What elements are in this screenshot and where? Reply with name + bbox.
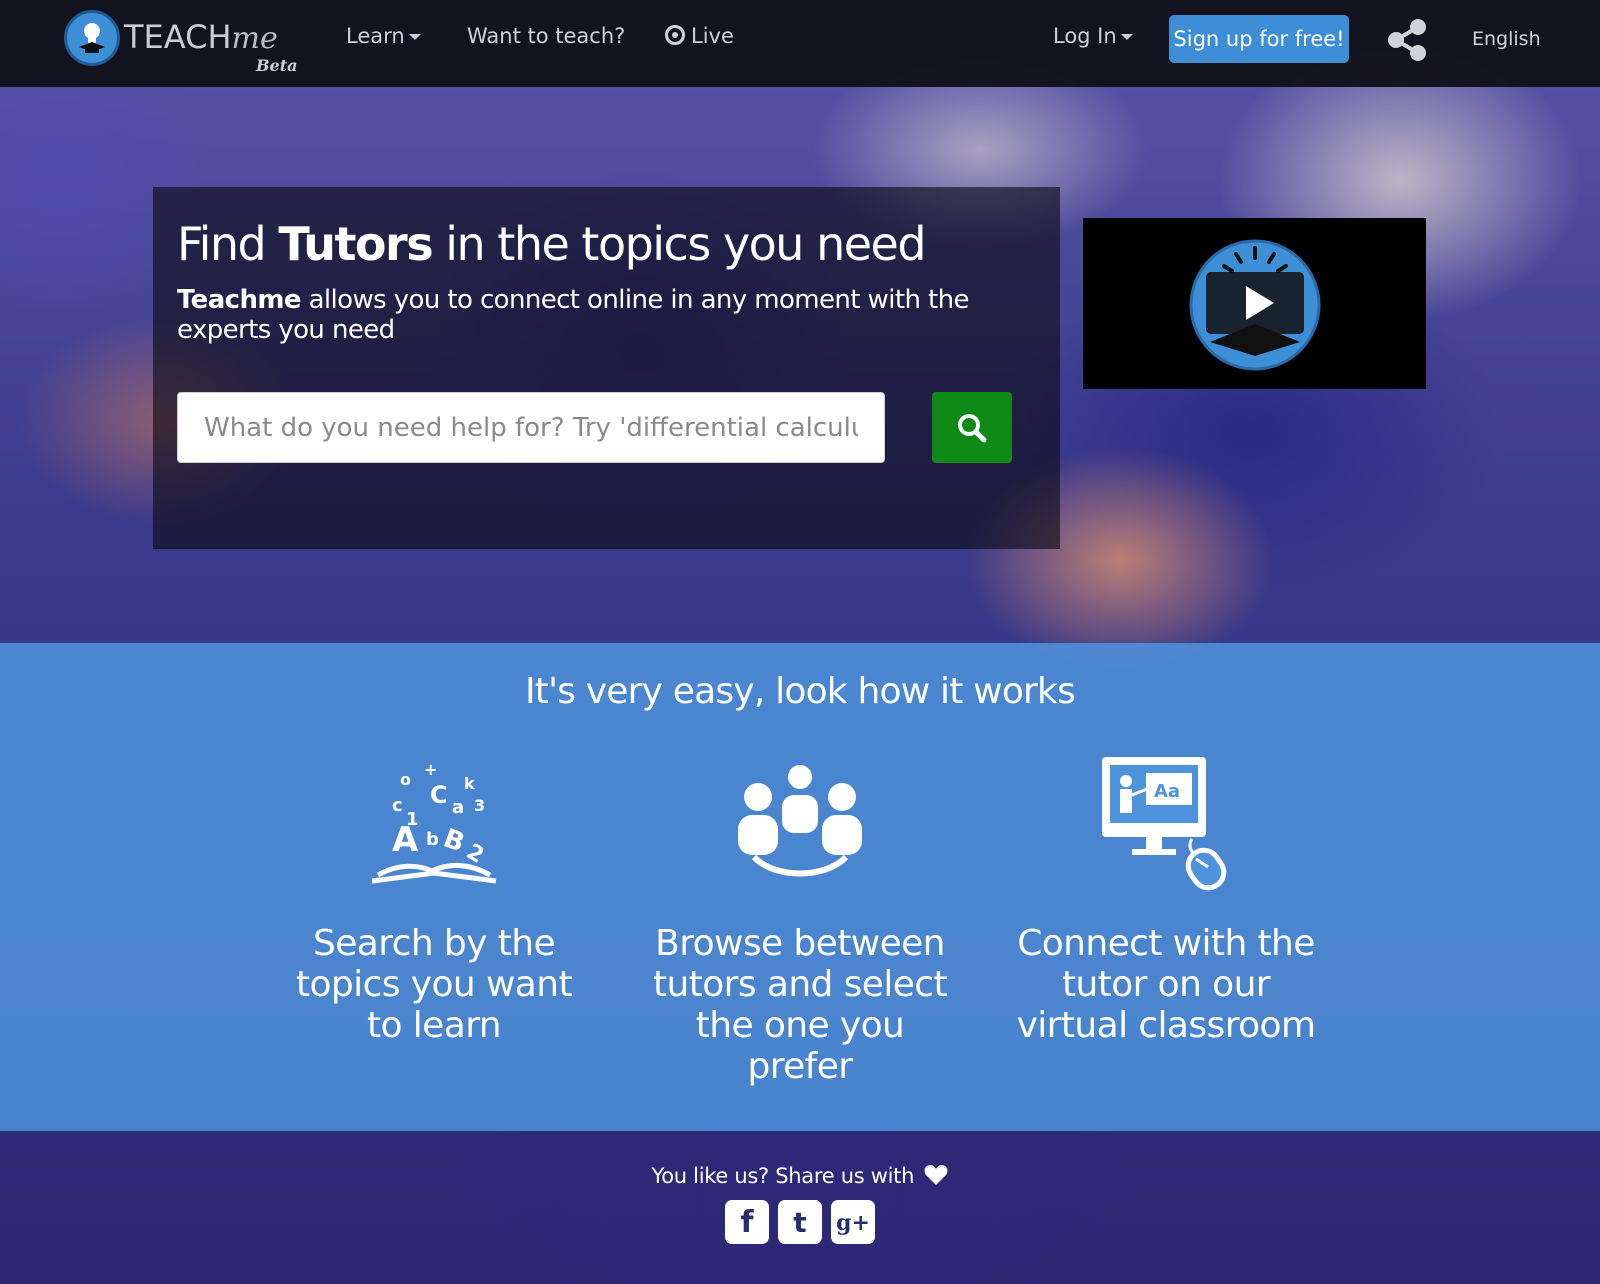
facebook-icon: f [740, 1205, 754, 1240]
how-it-works-title: It's very easy, look how it works [524, 671, 1076, 712]
facebook-share-button[interactable]: f [725, 1200, 769, 1244]
navbar: TEACHme Beta Learn Want to teach? Live L… [0, 0, 1600, 87]
alphabet-book-icon: A b B 2 c 1 C o + a k 3 [371, 760, 497, 884]
step-browse-tutors: Browse between tutors and select the one… [640, 753, 960, 1087]
chevron-down-icon [1120, 34, 1133, 40]
nav-live[interactable]: Live [665, 24, 734, 48]
share-icon[interactable] [1386, 18, 1428, 62]
step-text: Browse between tutors and select the one… [652, 923, 948, 1087]
svg-text:o: o [400, 770, 411, 789]
hero-panel: Find Tutors in the topics you need Teach… [153, 187, 1060, 549]
google-plus-icon: g+ [836, 1210, 870, 1236]
svg-text:B: B [439, 823, 468, 858]
chevron-down-icon [408, 34, 421, 40]
group-people-icon [738, 765, 862, 877]
svg-text:k: k [464, 774, 475, 793]
search-button[interactable] [932, 392, 1012, 463]
lightbulb-cap-icon [64, 10, 120, 66]
hero-subtitle: Teachme allows you to connect online in … [177, 285, 969, 345]
language-selector[interactable]: English [1472, 28, 1541, 50]
nav-live-label: Live [691, 24, 734, 48]
svg-text:+: + [424, 760, 437, 779]
svg-text:c: c [392, 795, 403, 816]
logo-wordmark: TEACHme [124, 18, 278, 56]
google-plus-share-button[interactable]: g+ [831, 1200, 875, 1244]
twitter-icon: t [793, 1206, 807, 1239]
step-text: Search by the topics you want to learn [295, 923, 573, 1046]
svg-text:b: b [426, 829, 439, 850]
share-prompt-text: You like us? Share us with [651, 1164, 915, 1188]
share-prompt: You like us? Share us with [0, 1164, 1600, 1188]
video-play-icon [1189, 239, 1321, 371]
logo-beta-tag: Beta [256, 56, 298, 75]
svg-text:a: a [452, 797, 464, 818]
svg-text:C: C [430, 781, 448, 809]
svg-text:1: 1 [406, 809, 419, 830]
how-it-works-section: It's very easy, look how it works A b B … [0, 643, 1600, 1131]
nav-learn-dropdown[interactable]: Learn [346, 24, 421, 48]
search-icon [958, 414, 987, 443]
svg-text:3: 3 [474, 796, 485, 815]
svg-text:Aa: Aa [1154, 781, 1180, 802]
nav-want-to-teach[interactable]: Want to teach? [467, 24, 625, 48]
teachme-logo[interactable]: TEACHme Beta [64, 10, 304, 75]
topic-search-input[interactable] [177, 392, 885, 463]
virtual-classroom-icon: Aa [1102, 757, 1227, 891]
nav-login-label: Log In [1053, 24, 1117, 48]
intro-video-player[interactable] [1083, 218, 1426, 389]
twitter-share-button[interactable]: t [778, 1200, 822, 1244]
step-text: Connect with the tutor on our virtual cl… [1016, 923, 1316, 1046]
step-virtual-classroom: Aa Connect with the tutor on our virtual… [1006, 753, 1326, 1046]
live-record-icon [665, 25, 685, 45]
nav-login-dropdown[interactable]: Log In [1053, 24, 1133, 48]
step-search-topics: A b B 2 c 1 C o + a k 3 Search by the to… [274, 753, 594, 1046]
signup-button[interactable]: Sign up for free! [1169, 15, 1349, 63]
nav-learn-label: Learn [346, 24, 405, 48]
heart-icon [925, 1165, 948, 1185]
hero-title: Find Tutors in the topics you need [177, 217, 927, 271]
